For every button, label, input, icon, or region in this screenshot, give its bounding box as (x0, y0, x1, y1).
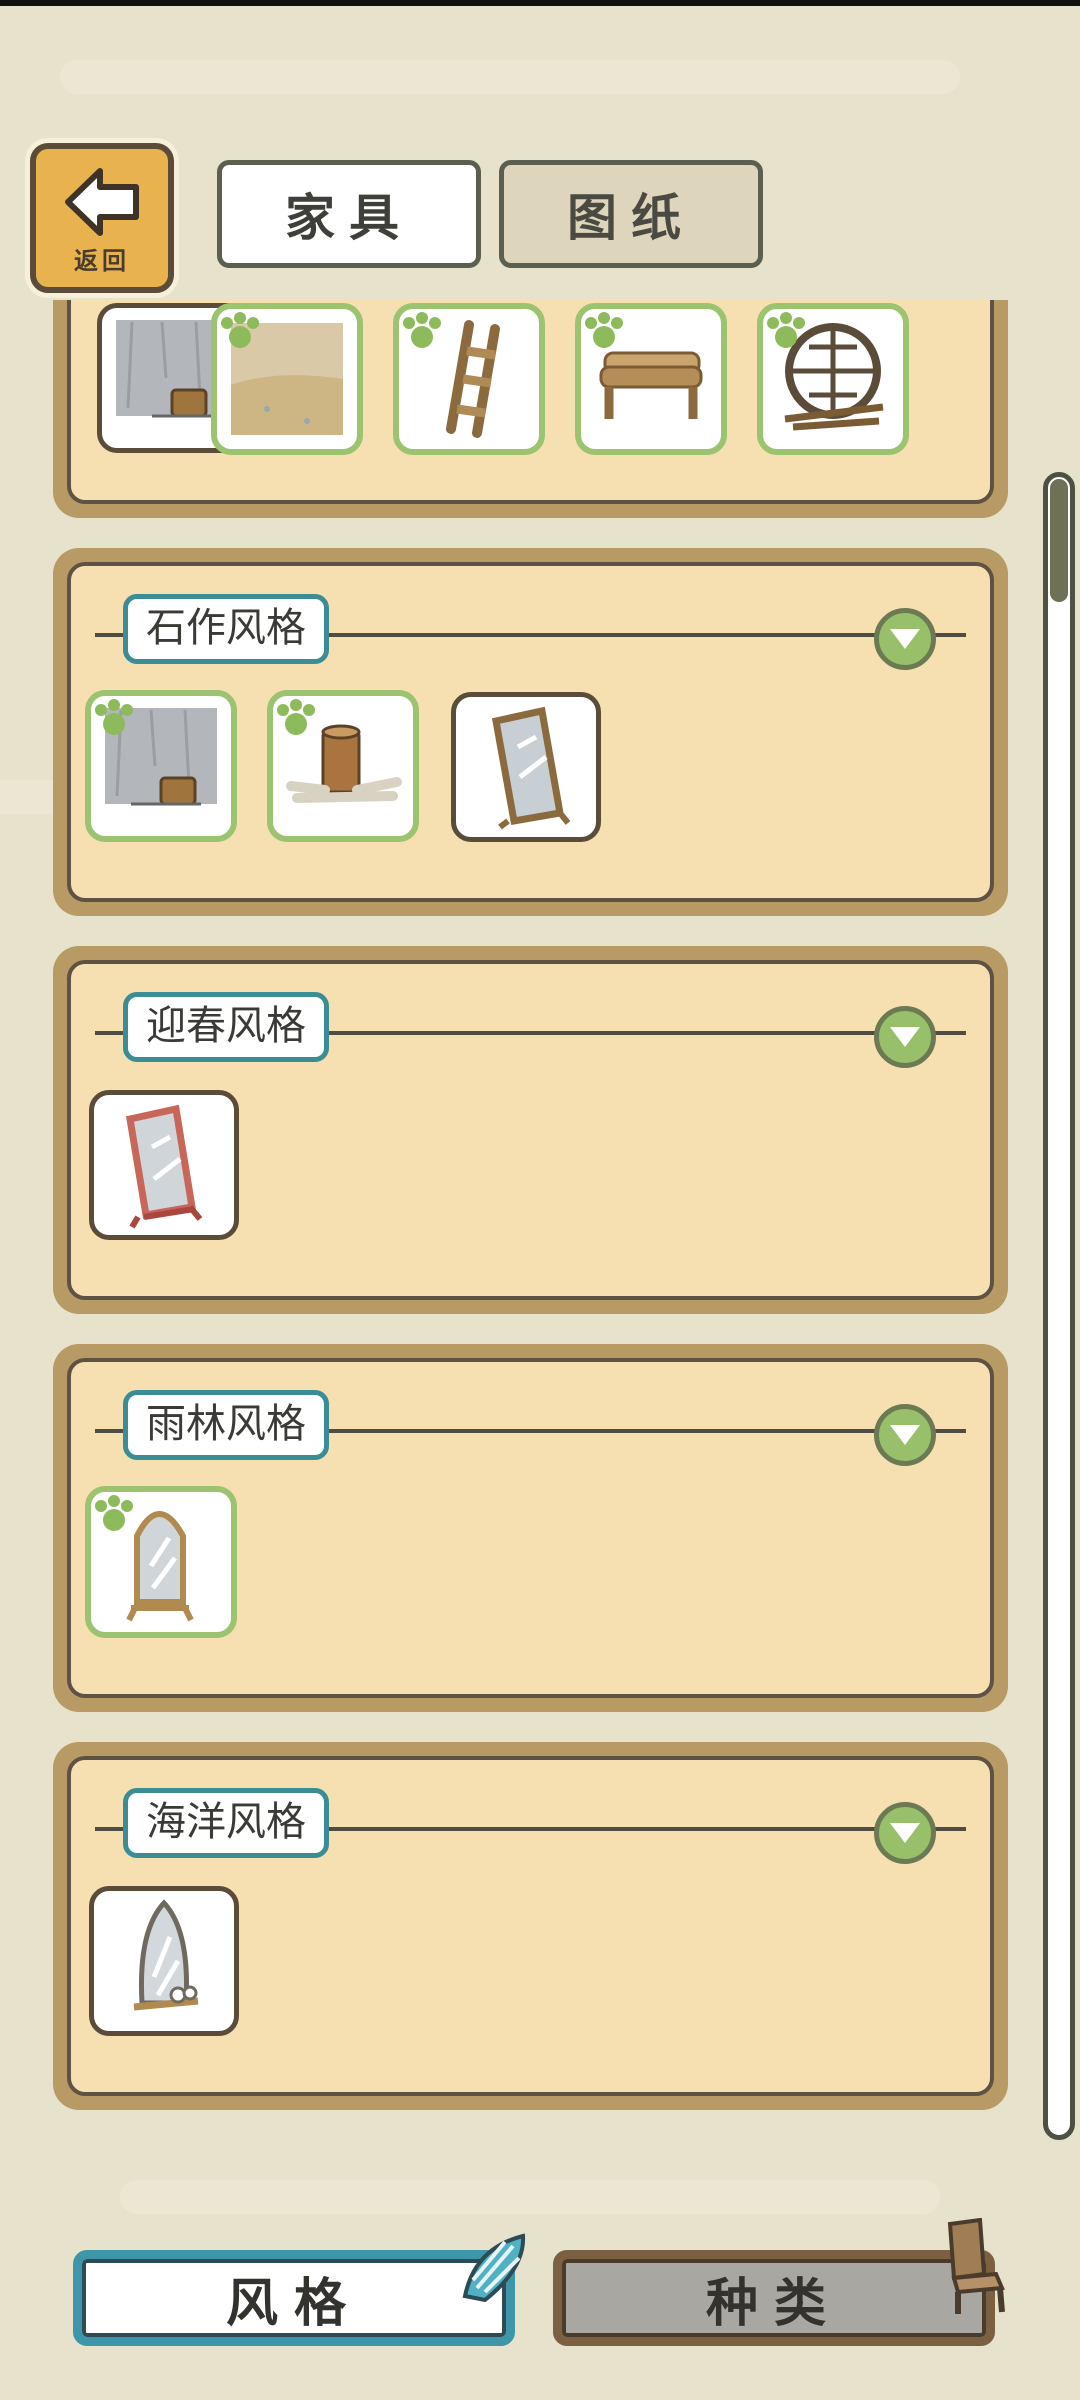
back-arrow-icon (65, 168, 139, 236)
section-title: 雨林风格 (123, 1390, 329, 1460)
frog-paw-icon (403, 312, 441, 348)
style-section-ocean: 海洋风格 (53, 1742, 1008, 2110)
frog-paw-icon (585, 312, 623, 348)
shell-mirror-icon (133, 1899, 199, 2011)
kind-filter-button[interactable]: 种类 (553, 2250, 995, 2346)
frog-paw-icon (95, 1495, 133, 1531)
seashell-icon (462, 2233, 526, 2303)
furniture-item[interactable] (89, 1886, 239, 2036)
furniture-item[interactable] (89, 1090, 239, 1240)
background-stroke (60, 60, 960, 94)
style-filter-button[interactable]: 风格 (73, 2250, 515, 2346)
section-title: 海洋风格 (123, 1788, 329, 1858)
chair-icon (947, 2218, 1005, 2314)
furniture-item[interactable] (211, 303, 363, 455)
back-button[interactable]: 返回 (30, 143, 174, 293)
style-section-rainforest: 雨林风格 (53, 1344, 1008, 1712)
furniture-item[interactable] (393, 303, 545, 455)
scrollbar[interactable] (1043, 472, 1075, 2140)
wooden-mirror-icon (491, 706, 571, 830)
collapse-toggle-icon[interactable] (874, 1802, 936, 1864)
furniture-item[interactable] (451, 692, 601, 842)
furniture-item[interactable] (85, 1486, 237, 1638)
back-label: 返回 (74, 247, 130, 275)
collapse-toggle-icon[interactable] (874, 1404, 936, 1466)
style-section-spring: 迎春风格 (53, 946, 1008, 1314)
furniture-item[interactable] (757, 303, 909, 455)
frog-paw-icon (221, 312, 259, 348)
tab-blueprints[interactable]: 图纸 (499, 160, 763, 268)
collapse-toggle-icon[interactable] (874, 608, 936, 670)
background-stroke (120, 2180, 940, 2214)
red-mirror-icon (125, 1104, 203, 1229)
section-title: 石作风格 (123, 594, 329, 664)
section-title: 迎春风格 (123, 992, 329, 1062)
frog-paw-icon (767, 312, 805, 348)
style-section (53, 300, 1008, 518)
frog-paw-icon (277, 699, 315, 735)
furniture-item[interactable] (85, 690, 237, 842)
status-bar (0, 0, 1080, 6)
collapse-toggle-icon[interactable] (874, 1006, 936, 1068)
style-section-stone: 石作风格 (53, 548, 1008, 916)
furniture-item[interactable] (575, 303, 727, 455)
scrollbar-thumb[interactable] (1050, 479, 1068, 602)
tab-furniture[interactable]: 家具 (217, 160, 481, 268)
style-list[interactable]: 石作风格 迎春风格 雨林风格 海洋风格 (0, 300, 1080, 2130)
furniture-item[interactable] (267, 690, 419, 842)
frog-paw-icon (95, 699, 133, 735)
